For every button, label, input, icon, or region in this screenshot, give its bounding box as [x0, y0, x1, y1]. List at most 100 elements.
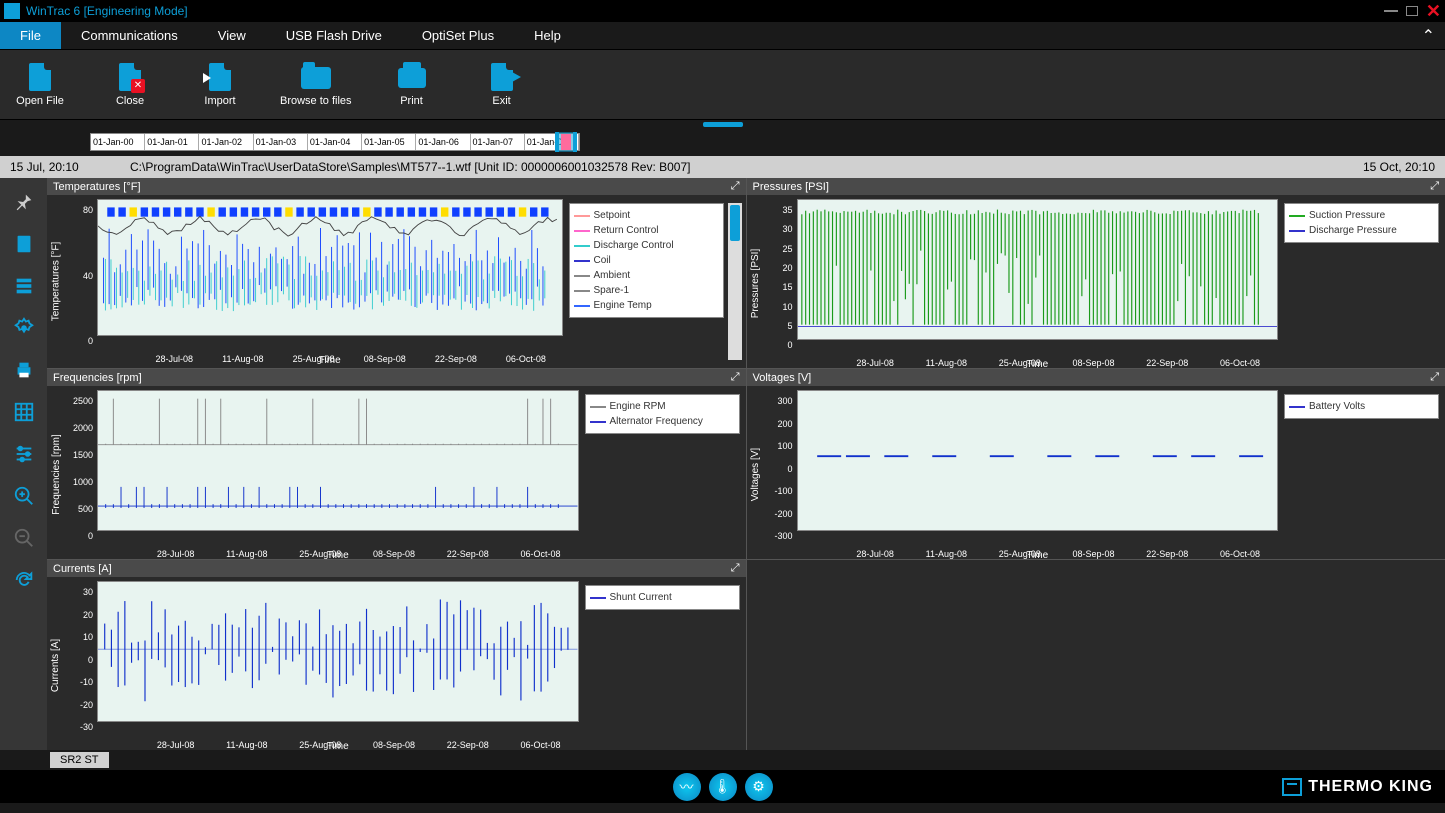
panel-drag-handle[interactable] [0, 120, 1445, 128]
sliders-icon[interactable] [12, 442, 36, 466]
footer-gear-icon[interactable]: ⚙ [745, 773, 773, 801]
timeline-segment[interactable]: 01-Jan-05 [362, 134, 416, 150]
chart-header: Pressures [PSI] ⤢ [747, 178, 1445, 195]
y-axis: 3002001000-100-200-300 [763, 388, 795, 561]
plot-area[interactable] [797, 390, 1279, 531]
timeline-segment[interactable]: 01-Jan-03 [254, 134, 308, 150]
y-axis-label: Currents [A] [51, 639, 62, 692]
y-axis-label: Temperatures [°F] [51, 242, 62, 322]
y-axis: 80400 [63, 197, 95, 366]
expand-icon[interactable]: ⤢ [731, 180, 740, 193]
legend-item[interactable]: Discharge Pressure [1289, 223, 1434, 238]
y-tick: 300 [777, 396, 792, 406]
legend-item[interactable]: Alternator Frequency [590, 414, 735, 429]
legend-item[interactable]: Setpoint [574, 208, 719, 223]
menu-usb[interactable]: USB Flash Drive [266, 22, 402, 49]
plot-area[interactable] [797, 199, 1279, 340]
close-label: Close [116, 95, 144, 107]
legend-label: Engine Temp [594, 300, 652, 311]
close-button[interactable]: ✕ Close [100, 63, 160, 107]
chart-title: Temperatures [°F] [53, 181, 141, 193]
y-tick: 20 [782, 263, 792, 273]
timeline-segment[interactable]: 01-Jan-07 [471, 134, 525, 150]
document-icon: ✕ [119, 63, 141, 91]
y-tick: 100 [777, 441, 792, 451]
legend-item[interactable]: Engine RPM [590, 399, 735, 414]
timeline-selection[interactable] [555, 132, 577, 152]
plot-area[interactable] [97, 199, 563, 336]
gear-icon[interactable] [12, 316, 36, 340]
expand-icon[interactable]: ⤢ [1430, 180, 1439, 193]
zoom-in-icon[interactable] [12, 484, 36, 508]
menu-communications[interactable]: Communications [61, 22, 198, 49]
y-tick: 1500 [73, 450, 93, 460]
legend-scrollbar[interactable] [728, 203, 742, 360]
timeline-segment[interactable]: 01-Jan-06 [416, 134, 470, 150]
timeline-slider[interactable]: 01-Jan-00 01-Jan-01 01-Jan-02 01-Jan-03 … [90, 133, 580, 151]
y-tick: 0 [88, 531, 93, 541]
browse-button[interactable]: Browse to files [280, 63, 352, 107]
legend-label: Setpoint [594, 210, 631, 221]
legend-item[interactable]: Battery Volts [1289, 399, 1434, 414]
footer: 〰 🌡 ⚙ THERMO KING [0, 770, 1445, 803]
footer-status-icon-1[interactable]: 〰 [673, 773, 701, 801]
legend-label: Suction Pressure [1309, 210, 1385, 221]
chart-legend: Engine RPM Alternator Frequency [585, 394, 740, 434]
chart-panel-temps: Temperatures [°F] ⤢ Temperatures [°F] 80… [47, 178, 746, 368]
list-tool-icon[interactable] [12, 274, 36, 298]
y-tick: -20 [80, 700, 93, 710]
printer-icon [398, 68, 426, 88]
legend-item[interactable]: Coil [574, 253, 719, 268]
chart-header: Voltages [V] ⤢ [747, 369, 1445, 386]
import-button[interactable]: Import [190, 63, 250, 107]
y-tick: 500 [78, 504, 93, 514]
x-axis-label: Time [95, 355, 565, 366]
legend-label: Battery Volts [1309, 401, 1365, 412]
timeline-segment[interactable]: 01-Jan-01 [145, 134, 199, 150]
grid-icon[interactable] [12, 400, 36, 424]
minimize-button[interactable] [1384, 10, 1398, 12]
y-tick: 2000 [73, 423, 93, 433]
refresh-icon[interactable] [12, 568, 36, 592]
maximize-button[interactable] [1406, 6, 1418, 16]
legend-item[interactable]: Shunt Current [590, 590, 735, 605]
timeline-segment[interactable]: 01-Jan-04 [308, 134, 362, 150]
plot-area[interactable] [97, 390, 579, 531]
chart-title: Voltages [V] [753, 372, 812, 384]
menu-help[interactable]: Help [514, 22, 581, 49]
chart-header: Temperatures [°F] ⤢ [47, 178, 746, 195]
legend-item[interactable]: Ambient [574, 268, 719, 283]
legend-item[interactable]: Discharge Control [574, 238, 719, 253]
document-tool-icon[interactable] [12, 232, 36, 256]
menu-file[interactable]: File [0, 22, 61, 49]
legend-item[interactable]: Return Control [574, 223, 719, 238]
legend-item[interactable]: Engine Temp [574, 298, 719, 313]
legend-label: Engine RPM [610, 401, 666, 412]
y-tick: 35 [782, 205, 792, 215]
x-axis-label: Time [95, 741, 581, 752]
chart-panel-curr: Currents [A] ⤢ Currents [A] 3020100-10-2… [47, 560, 746, 750]
chart-title: Currents [A] [53, 563, 112, 575]
legend-label: Discharge Pressure [1309, 225, 1397, 236]
legend-item[interactable]: Spare-1 [574, 283, 719, 298]
print-tool-icon[interactable] [12, 358, 36, 382]
legend-item[interactable]: Suction Pressure [1289, 208, 1434, 223]
print-button[interactable]: Print [382, 63, 442, 107]
plot-area[interactable] [97, 581, 579, 722]
zoom-out-icon[interactable] [12, 526, 36, 550]
menu-optiset[interactable]: OptiSet Plus [402, 22, 514, 49]
exit-button[interactable]: Exit [472, 63, 532, 107]
expand-icon[interactable]: ⤢ [1430, 371, 1439, 384]
timeline-segment[interactable]: 01-Jan-00 [91, 134, 145, 150]
expand-icon[interactable]: ⤢ [731, 371, 740, 384]
expand-icon[interactable]: ⤢ [731, 562, 740, 575]
timeline-segment[interactable]: 01-Jan-02 [199, 134, 253, 150]
footer-thermometer-icon[interactable]: 🌡 [709, 773, 737, 801]
collapse-ribbon-icon[interactable]: ⌃ [1412, 22, 1445, 49]
open-file-button[interactable]: Open File [10, 63, 70, 107]
pin-icon[interactable] [12, 190, 36, 214]
close-window-button[interactable]: ✕ [1426, 5, 1441, 17]
tab-sr2st[interactable]: SR2 ST [50, 752, 109, 768]
brand-label: THERMO KING [1282, 778, 1433, 796]
menu-view[interactable]: View [198, 22, 266, 49]
